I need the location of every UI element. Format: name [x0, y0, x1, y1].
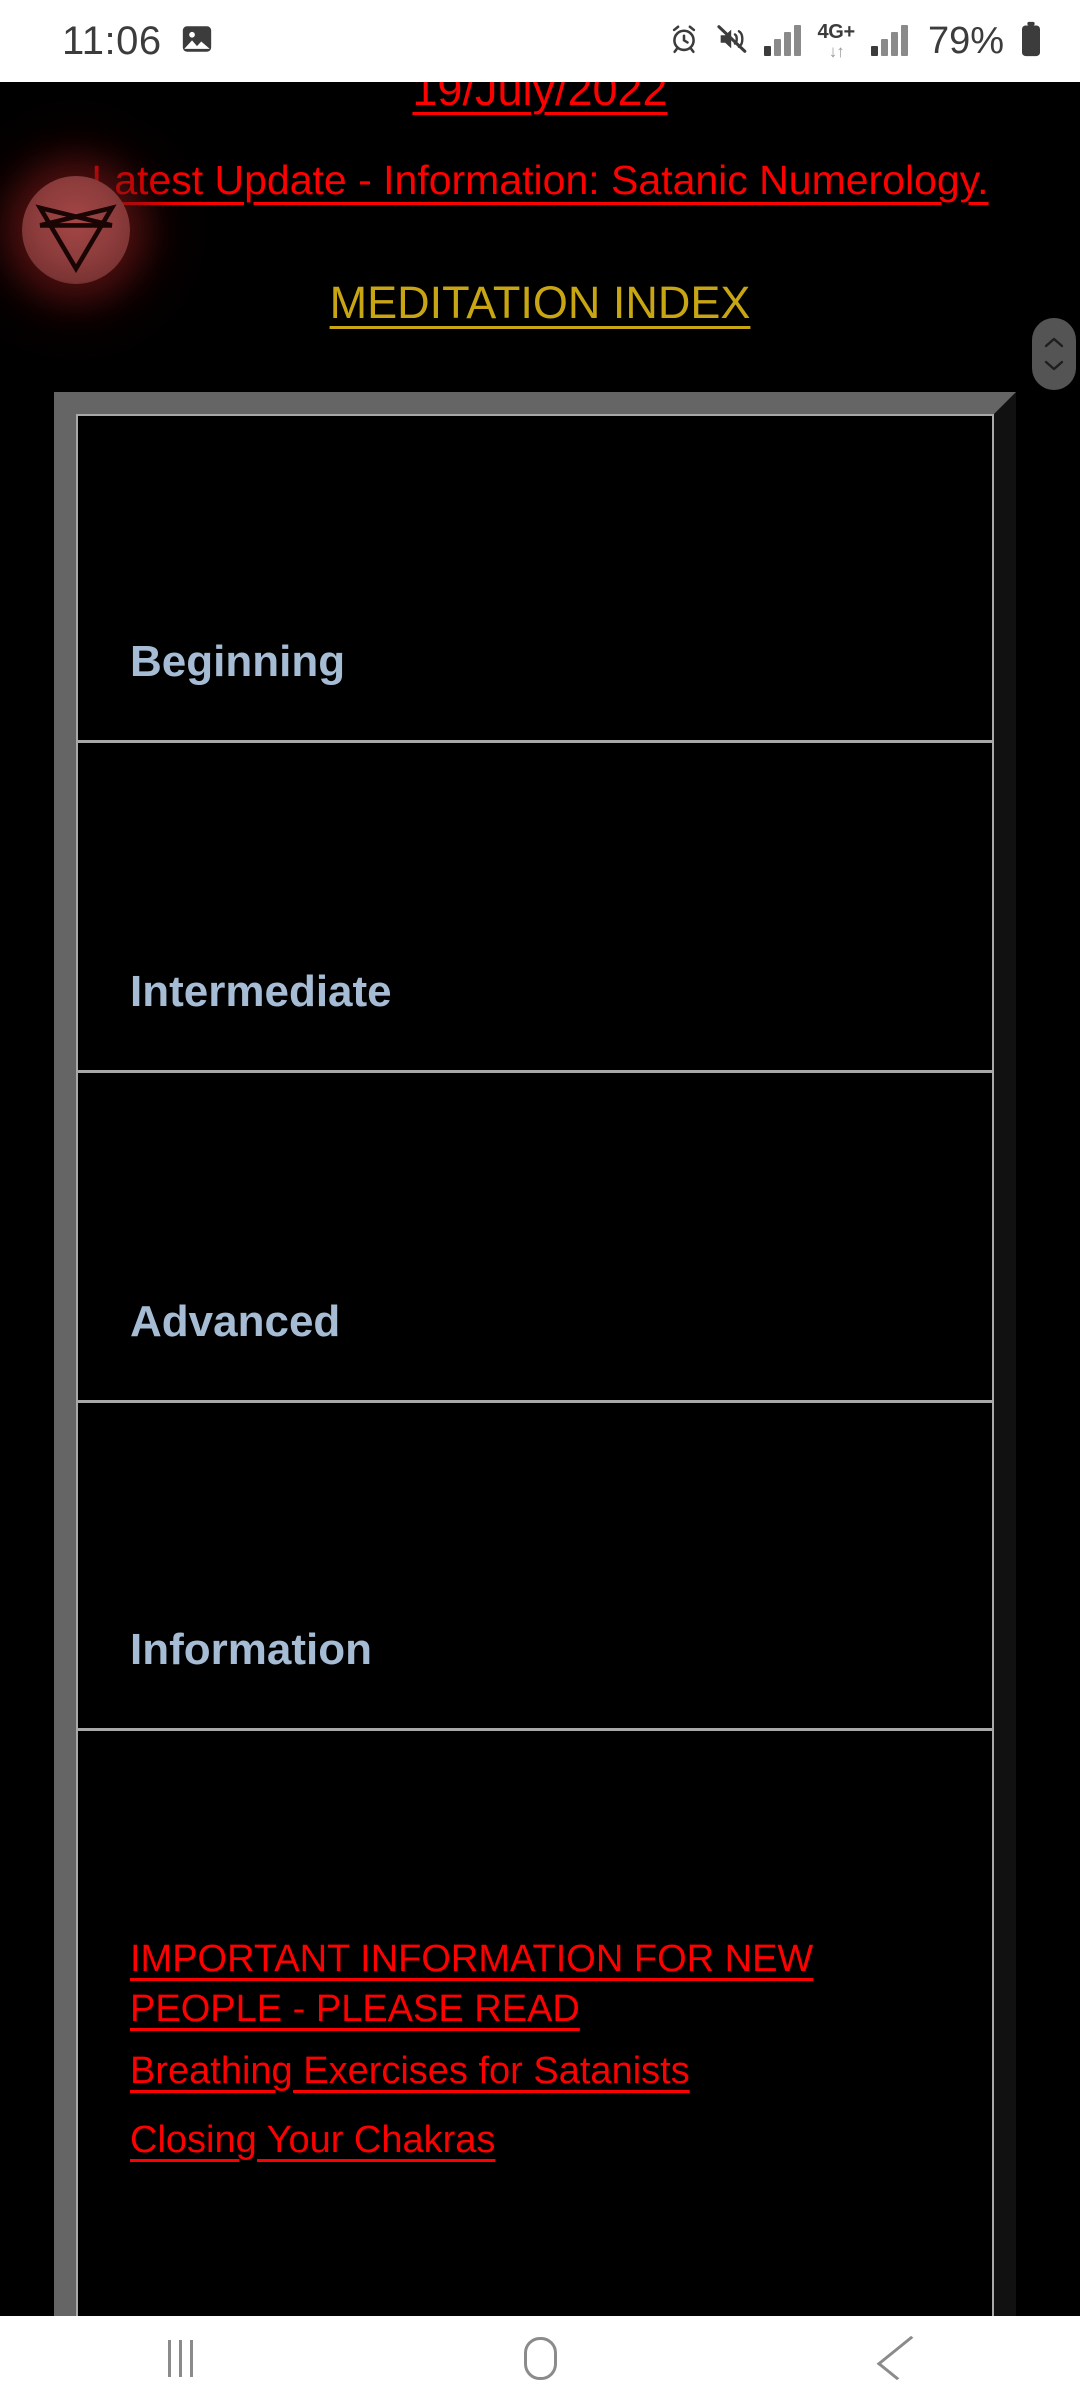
- meditation-index-table-frame: Beginning Intermediate Advanced Informat…: [54, 392, 1016, 2316]
- home-icon: [523, 2336, 557, 2380]
- page-title: MEDITATION INDEX: [329, 277, 751, 328]
- inverted-pentagram-logo: [22, 176, 130, 284]
- network-type-indicator: 4G+ ↓↑: [817, 21, 855, 61]
- back-icon: [876, 2335, 932, 2381]
- status-bar-left: 11:06: [62, 21, 214, 61]
- page-date-link[interactable]: 19/July/2022: [0, 82, 1080, 116]
- battery-percent-label: 79%: [927, 20, 1004, 62]
- network-traffic-arrows: ↓↑: [828, 42, 845, 61]
- row-label-information: Information: [130, 1625, 372, 1674]
- back-button[interactable]: [810, 2316, 990, 2400]
- web-page-content: 19/July/2022 Latest Update - Information…: [0, 82, 1080, 2316]
- table-row[interactable]: Beginning: [78, 416, 992, 743]
- table-row[interactable]: Information: [78, 1403, 992, 1731]
- phone-screen: 11:06 4G+ ↓↑ 79% 19/July/2022 Latest Upd…: [0, 0, 1080, 2400]
- link-closing-your-chakras[interactable]: Closing Your Chakras: [130, 2115, 495, 2165]
- table-row[interactable]: Advanced: [78, 1073, 992, 1403]
- recents-icon: [167, 2339, 193, 2377]
- android-navigation-bar: [0, 2316, 1080, 2400]
- signal-bars-icon: [764, 25, 802, 56]
- recents-button[interactable]: [90, 2316, 270, 2400]
- image-icon: [180, 22, 214, 61]
- latest-update-link[interactable]: Latest Update - Information: Satanic Num…: [0, 157, 1080, 204]
- chevron-up-icon[interactable]: [1043, 336, 1065, 349]
- row-label-advanced: Advanced: [130, 1297, 341, 1346]
- signal-bars-icon-2: [870, 25, 908, 56]
- meditation-index-table: Beginning Intermediate Advanced Informat…: [76, 414, 994, 2316]
- network-type-label: 4G+: [817, 21, 855, 43]
- table-row-links: IMPORTANT INFORMATION FOR NEW PEOPLE - P…: [78, 1731, 992, 2316]
- link-breathing-exercises[interactable]: Breathing Exercises for Satanists: [130, 2046, 690, 2096]
- chevron-down-icon[interactable]: [1043, 359, 1065, 372]
- row-label-intermediate: Intermediate: [130, 967, 392, 1016]
- link-important-information[interactable]: IMPORTANT INFORMATION FOR NEW PEOPLE - P…: [130, 1934, 850, 2034]
- status-bar-right: 4G+ ↓↑ 79%: [668, 21, 1042, 62]
- table-row[interactable]: Intermediate: [78, 743, 992, 1073]
- alarm-clock-icon: [668, 23, 700, 60]
- status-bar-clock: 11:06: [62, 19, 162, 63]
- sound-muted-icon: [716, 23, 748, 60]
- row-label-beginning: Beginning: [130, 637, 346, 686]
- home-button[interactable]: [450, 2316, 630, 2400]
- battery-icon: [1020, 21, 1042, 62]
- scroll-thumb[interactable]: [1032, 318, 1076, 390]
- status-bar: 11:06 4G+ ↓↑ 79%: [0, 0, 1080, 82]
